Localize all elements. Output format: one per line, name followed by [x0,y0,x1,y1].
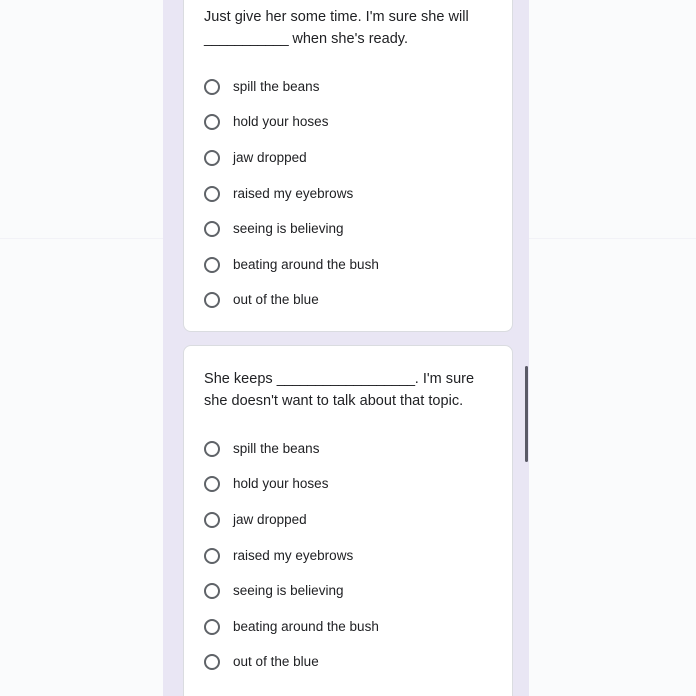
options-list-1: spill the beans hold your hoses jaw drop… [204,69,498,318]
radio-button-icon[interactable] [204,476,220,493]
radio-button-icon[interactable] [204,78,220,95]
option-row[interactable]: raised my eyebrows [204,176,498,212]
radio-button-icon[interactable] [204,149,220,166]
question-2-blank: __________________ [276,371,415,387]
option-label: raised my eyebrows [233,547,354,563]
question-text-2: She keeps __________________. I'm sure s… [204,369,494,412]
radio-button-icon[interactable] [204,511,220,528]
option-label: spill the beans [233,78,320,94]
scrollbar-thumb[interactable] [525,366,528,462]
option-label: raised my eyebrows [233,185,354,201]
option-label: seeing is believing [233,221,344,237]
form-column: Just give her some time. I'm sure she wi… [163,0,529,696]
question-1-line-2-tail: when she's ready. [288,30,409,47]
radio-button-icon[interactable] [204,221,220,238]
option-row[interactable]: out of the blue [204,645,498,681]
option-label: hold your hoses [233,114,329,130]
vertical-scrollbar[interactable] [521,0,531,696]
option-row[interactable]: out of the blue [204,283,498,319]
question-1-blank: ___________ [204,30,289,47]
radio-button-icon[interactable] [204,292,220,309]
page-root: Just give her some time. I'm sure she wi… [0,0,696,696]
radio-button-icon[interactable] [204,547,220,564]
radio-button-icon[interactable] [204,583,220,600]
option-row[interactable]: raised my eyebrows [204,538,498,574]
option-row[interactable]: seeing is believing [204,211,498,247]
option-row[interactable]: beating around the bush [204,609,498,645]
option-label: jaw dropped [233,511,307,527]
option-row[interactable]: hold your hoses [204,105,498,141]
option-label: jaw dropped [233,149,307,165]
option-label: out of the blue [233,654,319,670]
option-row[interactable]: beating around the bush [204,247,498,283]
form-scroll-viewport[interactable]: Just give her some time. I'm sure she wi… [163,0,529,696]
option-label: beating around the bush [233,256,379,272]
radio-button-icon[interactable] [204,618,220,635]
question-card-2: She keeps __________________. I'm sure s… [183,345,513,696]
option-row[interactable]: spill the beans [204,431,498,467]
option-label: beating around the bush [233,618,379,634]
radio-button-icon[interactable] [204,256,220,273]
option-row[interactable]: hold your hoses [204,467,498,503]
option-label: hold your hoses [233,476,329,492]
option-label: out of the blue [233,292,319,308]
option-row[interactable]: seeing is believing [204,573,498,609]
question-text-1: Just give her some time. I'm sure she wi… [204,7,494,50]
radio-button-icon[interactable] [204,440,220,457]
option-row[interactable]: jaw dropped [204,502,498,538]
radio-button-icon[interactable] [204,185,220,202]
question-1-line-1: Just give her some time. I'm sure she wi… [204,9,469,25]
option-row[interactable]: spill the beans [204,69,498,105]
option-label: seeing is believing [233,583,344,599]
options-list-2: spill the beans hold your hoses jaw drop… [204,431,498,680]
radio-button-icon[interactable] [204,654,220,671]
question-2-prefix: She keeps [204,371,277,387]
radio-button-icon[interactable] [204,114,220,131]
question-card-1: Just give her some time. I'm sure she wi… [183,0,513,332]
option-row[interactable]: jaw dropped [204,140,498,176]
option-label: spill the beans [233,440,320,456]
